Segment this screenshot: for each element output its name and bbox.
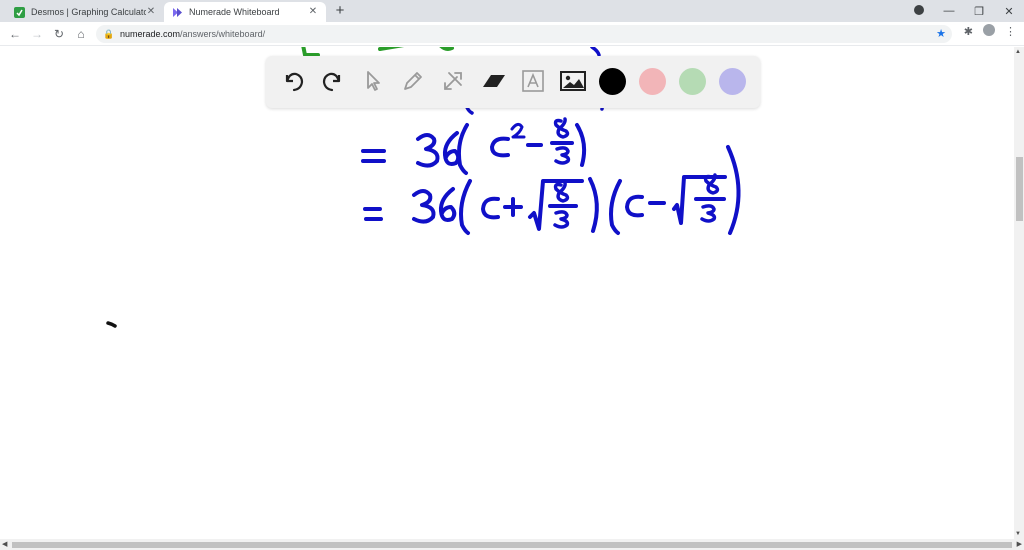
tab-desmos[interactable]: Desmos | Graphing Calculator ✕ (6, 2, 164, 22)
left-paren (456, 123, 469, 175)
tools-icon[interactable] (438, 66, 468, 96)
digit-3 (700, 204, 717, 223)
scroll-up-arrow-icon[interactable]: ▲ (1015, 49, 1021, 55)
url-host: numerade.com (120, 29, 181, 39)
digit-6 (438, 187, 457, 222)
equation-line-2 (363, 145, 741, 235)
forward-button[interactable]: → (26, 27, 48, 41)
right-paren (575, 123, 587, 167)
equation-line-1 (361, 117, 587, 175)
stray-ink-mark (106, 321, 117, 328)
green-ink-stroke (378, 47, 405, 51)
digit-8 (553, 181, 570, 203)
horizontal-scrollbar[interactable]: ◀ ▶ (0, 539, 1024, 550)
scroll-right-arrow-icon[interactable]: ▶ (1017, 540, 1022, 548)
color-swatch-lavender[interactable] (719, 68, 746, 95)
bookmark-star-icon[interactable]: ★ (936, 27, 946, 40)
select-pointer-icon[interactable] (358, 66, 388, 96)
image-icon[interactable] (558, 66, 588, 96)
redo-icon[interactable] (318, 66, 348, 96)
minimize-button[interactable]: — (934, 5, 964, 17)
plus-sign (503, 197, 523, 217)
new-tab-button[interactable]: + (332, 3, 348, 19)
window-controls: — ❐ ✕ (904, 0, 1024, 22)
close-tab-icon[interactable]: ✕ (146, 7, 156, 17)
url-path: /answers/whiteboard/ (180, 29, 266, 39)
address-bar[interactable]: 🔒 numerade.com/answers/whiteboard/ ★ (96, 25, 952, 43)
pen-icon[interactable] (398, 66, 428, 96)
close-window-button[interactable]: ✕ (994, 5, 1024, 18)
left-paren (459, 179, 472, 235)
digit-3 (554, 146, 571, 165)
whiteboard-canvas[interactable] (0, 47, 1014, 539)
handwritten-work (106, 47, 741, 328)
account-avatar[interactable] (983, 24, 995, 39)
variable-c (490, 136, 510, 158)
vertical-scroll-thumb[interactable] (1016, 157, 1023, 221)
profile-icon[interactable] (904, 4, 934, 18)
digit-8 (553, 117, 570, 139)
desmos-icon (14, 6, 25, 18)
scroll-down-arrow-icon[interactable]: ▼ (1015, 531, 1021, 537)
color-swatch-pink[interactable] (639, 68, 666, 95)
ink-stroke (590, 47, 601, 57)
equals-sign (361, 149, 386, 163)
green-ink-stroke (301, 47, 320, 57)
scroll-left-arrow-icon[interactable]: ◀ (2, 540, 7, 548)
left-paren (609, 179, 622, 235)
horizontal-scroll-thumb[interactable] (12, 542, 1012, 548)
reload-button[interactable]: ↻ (48, 27, 70, 41)
tab-title: Desmos | Graphing Calculator (31, 7, 146, 17)
home-button[interactable]: ⌂ (70, 27, 92, 41)
restore-button[interactable]: ❐ (964, 5, 994, 18)
digit-3 (553, 210, 570, 229)
toolbar-actions: ✱ ⋮ (964, 24, 1016, 39)
right-paren (726, 145, 741, 235)
undo-icon[interactable] (278, 66, 308, 96)
browser-toolbar: ← → ↻ ⌂ 🔒 numerade.com/answers/whiteboar… (0, 22, 1024, 46)
equals-sign (363, 207, 383, 221)
tab-title: Numerade Whiteboard (189, 7, 280, 17)
digit-3 (416, 133, 440, 168)
numerade-icon (173, 7, 182, 17)
green-ink-stroke (439, 47, 454, 51)
digit-6 (442, 131, 461, 166)
vertical-scrollbar[interactable]: ▲ ▼ (1014, 47, 1024, 539)
digit-8 (703, 173, 720, 195)
whiteboard-tool-palette (266, 56, 760, 108)
color-swatch-green[interactable] (679, 68, 706, 95)
digit-3 (412, 189, 436, 224)
text-icon[interactable] (518, 66, 548, 96)
tab-numerade[interactable]: Numerade Whiteboard ✕ (164, 2, 326, 22)
variable-c (481, 196, 500, 220)
url-text[interactable]: numerade.com/answers/whiteboard/ (120, 29, 265, 39)
color-swatch-black[interactable] (599, 68, 626, 95)
variable-c (625, 194, 644, 218)
right-paren (588, 177, 599, 233)
extensions-icon[interactable]: ✱ (964, 25, 973, 38)
browser-tab-strip: Desmos | Graphing Calculator ✕ Numerade … (0, 0, 1024, 22)
back-button[interactable]: ← (4, 27, 26, 41)
eraser-icon[interactable] (478, 66, 508, 96)
browser-menu-icon[interactable]: ⋮ (1005, 25, 1016, 38)
close-tab-icon[interactable]: ✕ (308, 7, 318, 17)
lock-icon[interactable]: 🔒 (102, 29, 116, 40)
exponent-2 (510, 122, 526, 139)
